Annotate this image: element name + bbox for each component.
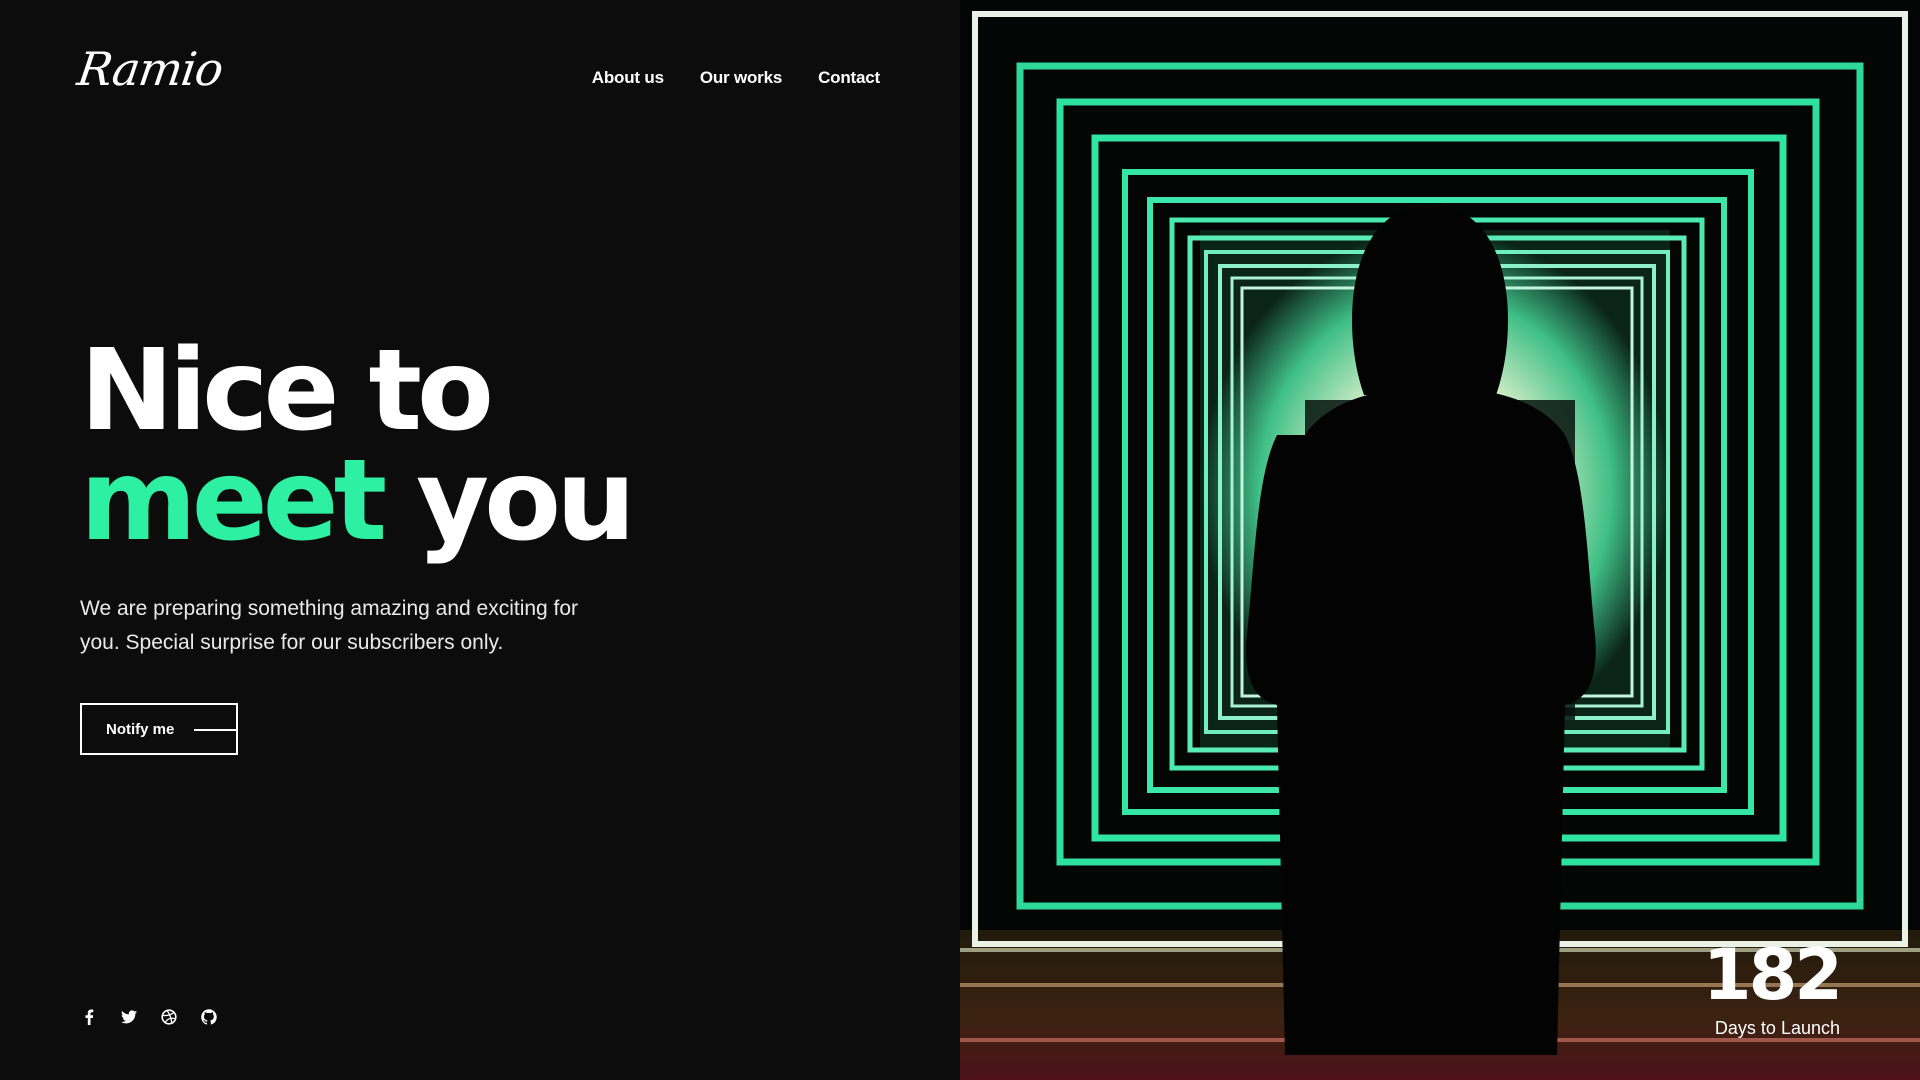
nav-our-works[interactable]: Our works bbox=[700, 68, 782, 88]
notify-me-label: Notify me bbox=[106, 720, 175, 738]
brand-logo[interactable]: Ramio bbox=[74, 42, 226, 96]
github-icon[interactable] bbox=[200, 1008, 218, 1026]
facebook-icon[interactable] bbox=[80, 1008, 98, 1026]
social-links bbox=[80, 1008, 218, 1026]
left-panel: Ramio About us Our works Contact Nice to… bbox=[0, 0, 960, 1080]
hero-description: We are preparing something amazing and e… bbox=[80, 597, 579, 654]
hero-heading: Nice to meet you bbox=[80, 335, 636, 557]
main-nav: About us Our works Contact bbox=[592, 68, 880, 88]
dribbble-icon[interactable] bbox=[160, 1008, 178, 1026]
nav-contact[interactable]: Contact bbox=[818, 68, 880, 88]
neon-tunnel-image bbox=[960, 0, 1920, 1080]
notify-me-button[interactable]: Notify me bbox=[80, 703, 238, 755]
nav-about-us[interactable]: About us bbox=[592, 68, 664, 88]
countdown-label: Days to Launch bbox=[1714, 1018, 1840, 1038]
countdown-value: 182 bbox=[1702, 934, 1843, 1016]
arrow-line-icon bbox=[194, 729, 236, 731]
hero-title: Nice to meet you bbox=[80, 335, 636, 557]
twitter-icon[interactable] bbox=[120, 1008, 138, 1026]
coming-soon-page: Ramio About us Our works Contact Nice to… bbox=[0, 0, 1920, 1080]
hero-accent-word: meet bbox=[80, 436, 387, 566]
hero-line-2-rest: you bbox=[416, 436, 636, 566]
hero-image-panel: 182 Days to Launch bbox=[960, 0, 1920, 1080]
launch-countdown: 182 Days to Launch bbox=[1702, 934, 1843, 1039]
